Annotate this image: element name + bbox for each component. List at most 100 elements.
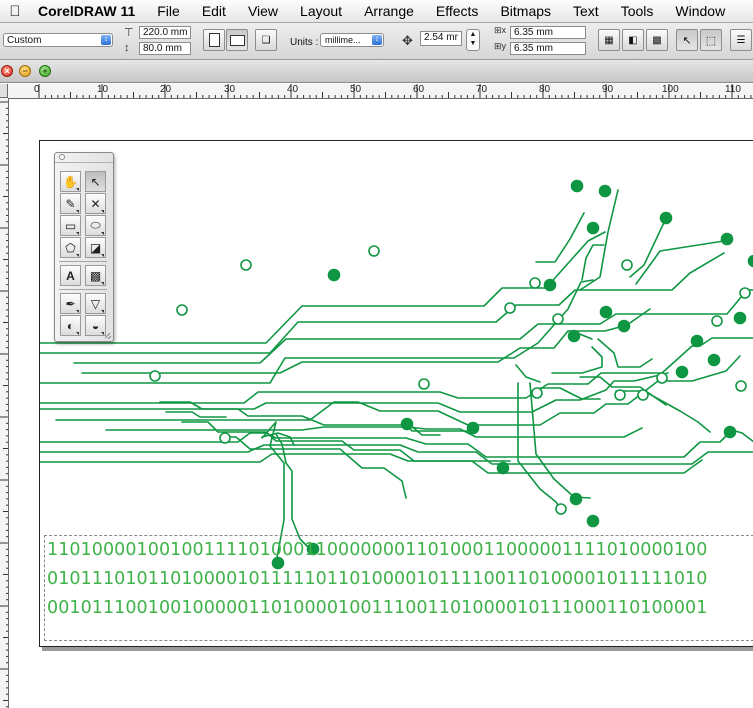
duplicate-x-field[interactable]: 6.35 mm <box>510 26 586 39</box>
solder-pad-filled <box>659 211 673 225</box>
minimize-window-button[interactable]: − <box>19 65 31 77</box>
menu-window[interactable]: Window <box>663 3 735 19</box>
list-icon: ☰ <box>736 34 746 46</box>
solder-pad-filled <box>747 254 753 268</box>
solder-pad-filled <box>586 514 600 528</box>
menu-tools[interactable]: Tools <box>609 3 664 19</box>
horizontal-ruler[interactable]: 0 10 20 30 40 50 60 70 80 90 100 110 <box>8 84 753 99</box>
ruler-label: 80 <box>539 84 551 95</box>
shape-tool[interactable]: ✕ <box>85 193 106 214</box>
polygon-tool[interactable]: ⬠ <box>60 237 81 258</box>
toolbox-titlebar[interactable] <box>55 153 113 163</box>
solder-pad-hollow <box>739 287 751 299</box>
treat-as-filled-button[interactable]: ↖ <box>676 29 698 51</box>
drawing-canvas[interactable]: 1101000010010011110100011000000011010001… <box>9 99 753 708</box>
hand-tool[interactable]: ✋ <box>60 171 81 192</box>
solder-pad-hollow <box>504 302 516 314</box>
solder-pad-hollow <box>176 304 188 316</box>
snap-to-guidelines-button[interactable]: ◧ <box>622 29 644 51</box>
fill-bucket-icon: ◐ <box>66 318 75 333</box>
apple-menu-icon[interactable]:  <box>0 3 30 20</box>
menu-bitmaps[interactable]: Bitmaps <box>488 3 561 19</box>
interactive-blend-tool[interactable]: ▩ <box>85 265 106 286</box>
circuit-pads <box>149 179 753 570</box>
menu-view[interactable]: View <box>236 3 288 19</box>
chevron-updown-icon: ↕ <box>372 35 382 45</box>
binary-text-block[interactable]: 1101000010010011110100011000000011010001… <box>44 535 753 641</box>
close-icon: × <box>4 66 10 76</box>
eyedropper-tool[interactable]: ✒ <box>60 293 81 314</box>
page-width-icon: ⊤ <box>124 27 134 39</box>
ruler-label: 10 <box>97 84 109 95</box>
options-button[interactable]: ☰ <box>730 29 752 51</box>
solder-pad-filled <box>543 278 557 292</box>
menu-arrange[interactable]: Arrange <box>352 3 424 19</box>
paper-preset-select[interactable]: Custom ↕ <box>3 33 113 47</box>
menu-file[interactable]: File <box>145 3 190 19</box>
draw-selection-button[interactable]: ⬚ <box>700 29 722 51</box>
ellipse-icon: ⬭ <box>90 218 101 232</box>
duplicate-y-field[interactable]: 6.35 mm <box>510 42 586 55</box>
zoom-icon: + <box>42 66 48 76</box>
menu-text[interactable]: Text <box>561 3 609 19</box>
circuit-traces <box>40 189 753 564</box>
snap-objects-icon: ▩ <box>652 34 662 46</box>
close-window-button[interactable]: × <box>1 65 13 77</box>
ruler-label: 40 <box>287 84 299 95</box>
resize-grip-icon[interactable] <box>105 333 111 339</box>
text-tool[interactable]: A <box>60 265 81 286</box>
nudge-icon: ✥ <box>402 33 413 48</box>
snap-to-objects-button[interactable]: ▩ <box>646 29 668 51</box>
menu-effects[interactable]: Effects <box>424 3 489 19</box>
solder-pad-filled <box>569 492 583 506</box>
solder-pad-filled <box>675 365 689 379</box>
shape-edit-icon: ✕ <box>90 196 101 211</box>
menu-edit[interactable]: Edit <box>190 3 236 19</box>
page-width-field[interactable]: 220.0 mm <box>139 26 191 39</box>
nudge-field[interactable]: 2.54 mr <box>420 31 462 46</box>
solder-pad-filled <box>733 311 747 325</box>
document-page[interactable]: 1101000010010011110100011000000011010001… <box>39 140 753 647</box>
fill-tool[interactable]: ◐ <box>60 315 81 336</box>
landscape-icon <box>229 34 245 46</box>
interactive-fill-icon: ◒ <box>91 318 100 333</box>
solder-pad-hollow <box>621 259 633 271</box>
rectangle-tool[interactable]: ▭ <box>60 215 81 236</box>
basic-shapes-tool[interactable]: ◪ <box>85 237 106 258</box>
blend-icon: ▩ <box>89 268 102 283</box>
all-pages-icon: ❏ <box>261 34 271 46</box>
snap-to-grid-button[interactable]: ▦ <box>598 29 620 51</box>
units-select[interactable]: millime... ↕ <box>320 33 384 47</box>
menu-layout[interactable]: Layout <box>288 3 352 19</box>
rectangle-icon: ▭ <box>64 218 77 233</box>
solder-pad-filled <box>570 179 584 193</box>
app-menu[interactable]: CorelDRAW 11 <box>30 3 145 19</box>
grid-icon: ▦ <box>604 34 614 46</box>
solder-pad-filled <box>690 334 704 348</box>
landscape-button[interactable] <box>226 29 248 51</box>
document-window-titlebar: × − + <box>0 60 753 83</box>
solder-pad-filled <box>400 417 414 431</box>
page-height-field[interactable]: 80.0 mm <box>139 42 191 55</box>
toolbox-close-icon[interactable] <box>59 154 65 160</box>
vertical-ruler[interactable] <box>0 98 9 708</box>
outline-pen-icon: ▽ <box>90 296 101 311</box>
toolbox-palette[interactable]: ✋ ↖ ✎ ✕ ▭ ⬭ ⬠ ◪ A ▩ ✒ ▽ ◐ ◒ <box>54 152 114 342</box>
arrow-pointer-icon: ↖ <box>90 174 101 189</box>
binary-line-2: 0101110101101000010111110110100001011110… <box>47 569 708 589</box>
ellipse-tool[interactable]: ⬭ <box>85 215 106 236</box>
interactive-fill-tool[interactable]: ◒ <box>85 315 106 336</box>
ruler-label: 0 <box>34 84 40 95</box>
ruler-ticks <box>38 84 752 98</box>
nudge-stepper[interactable]: ▲ ▼ <box>466 29 480 51</box>
pick-tool[interactable]: ↖ <box>85 171 106 192</box>
all-pages-button[interactable]: ❏ <box>255 29 277 51</box>
solder-pad-hollow <box>149 370 161 382</box>
freehand-tool[interactable]: ✎ <box>60 193 81 214</box>
outline-tool[interactable]: ▽ <box>85 293 106 314</box>
toolbox-divider <box>59 261 107 262</box>
zoom-window-button[interactable]: + <box>39 65 51 77</box>
ruler-label: 50 <box>350 84 362 95</box>
ruler-origin[interactable] <box>0 84 8 98</box>
portrait-button[interactable] <box>203 29 225 51</box>
